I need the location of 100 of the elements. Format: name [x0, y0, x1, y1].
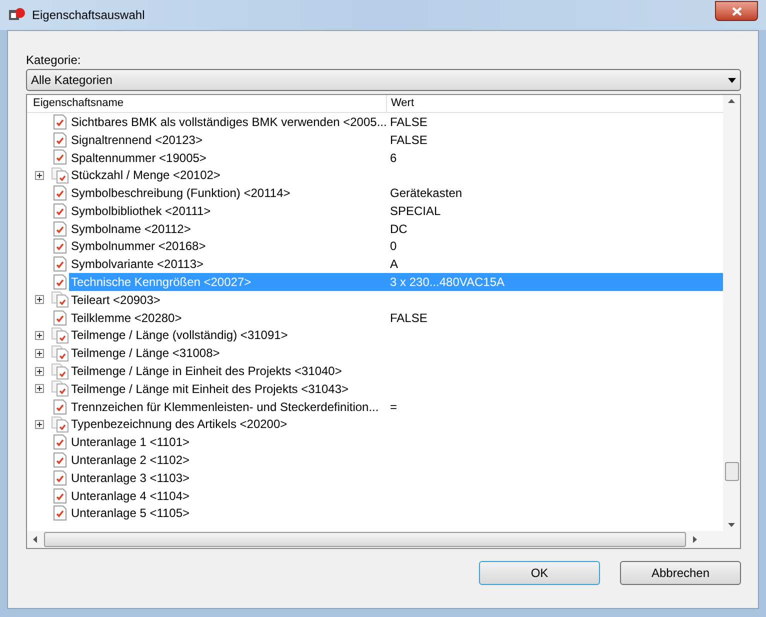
- expand-icon[interactable]: [34, 295, 44, 304]
- scroll-thumb[interactable]: [724, 462, 738, 481]
- property-row[interactable]: Symbolbibliothek <20111> SPECIAL: [69, 202, 723, 220]
- vertical-scrollbar[interactable]: [723, 95, 740, 531]
- property-row[interactable]: Typenbezeichnung des Artikels <20200>: [69, 416, 723, 434]
- property-value: Gerätekasten: [389, 185, 462, 202]
- property-icon: [53, 488, 67, 504]
- property-value: FALSE: [389, 114, 428, 131]
- property-name: Spaltennummer <19005>: [70, 150, 208, 166]
- property-name: Unteranlage 3 <1103>: [70, 470, 191, 487]
- property-value: 6: [389, 150, 397, 166]
- property-icon: [53, 310, 67, 326]
- column-header[interactable]: Wert: [387, 95, 723, 112]
- property-name: Sichtbares BMK als vollständiges BMK verwenden <2005...: [70, 114, 387, 131]
- property-group-icon: [51, 416, 69, 433]
- close-icon: [732, 6, 742, 16]
- property-icon: [53, 452, 67, 468]
- property-name: Technische Kenngrößen <20027>: [70, 274, 252, 292]
- property-icon: [53, 185, 67, 202]
- property-row[interactable]: Teileart <20903>: [69, 290, 723, 309]
- scroll-up-icon[interactable]: [728, 99, 735, 103]
- property-row[interactable]: Teilmenge / Länge mit Einheit des Projekts <31043>: [69, 380, 723, 398]
- horizontal-scroll-thumb[interactable]: [44, 532, 686, 547]
- property-name: Unteranlage 1 <1101>: [70, 434, 191, 452]
- property-icon: [53, 202, 67, 219]
- property-name: Teilklemme <20280>: [70, 310, 183, 327]
- property-value: DC: [389, 220, 408, 238]
- property-name: Teilmenge / Länge (vollständig) <31091>: [70, 327, 289, 344]
- property-row[interactable]: Symbolbeschreibung (Funktion) <20114> Gerätekasten: [69, 184, 723, 202]
- scroll-down-icon[interactable]: [728, 523, 735, 527]
- property-name: Unteranlage 5 <1105>: [70, 505, 191, 522]
- property-row[interactable]: Teilklemme <20280> FALSE: [69, 308, 723, 327]
- property-row[interactable]: Sichtbares BMK als vollständiges BMK verwenden <2005... FALSE: [69, 113, 723, 131]
- expand-icon[interactable]: [34, 330, 44, 340]
- property-icon: [53, 256, 67, 272]
- property-group-icon: [51, 166, 69, 184]
- property-name: Teilmenge / Länge in Einheit des Projekts <31040>: [70, 363, 343, 380]
- property-row[interactable]: Teilmenge / Länge in Einheit des Projekts <31040>: [69, 362, 723, 380]
- expand-icon[interactable]: [34, 348, 44, 358]
- property-name: Symbolvariante <20113>: [70, 256, 205, 274]
- property-name: Symbolname <20112>: [70, 220, 192, 238]
- property-row[interactable]: Unteranlage 1 <1101>: [69, 433, 723, 452]
- dropdown-arrow-icon: [728, 78, 736, 82]
- property-icon: [53, 149, 67, 166]
- ok-button[interactable]: OK: [479, 561, 600, 585]
- property-icon: [53, 132, 67, 148]
- property-row[interactable]: Unteranlage 3 <1103>: [69, 468, 723, 487]
- property-value: A: [389, 256, 398, 274]
- property-name: Signaltrennend <20123>: [70, 132, 204, 149]
- property-group-icon: [51, 344, 69, 362]
- property-name: Symbolbibliothek <20111>: [70, 202, 212, 220]
- property-row[interactable]: Symbolname <20112> DC: [69, 220, 723, 238]
- close-button[interactable]: [715, 1, 758, 21]
- property-row[interactable]: Unteranlage 4 <1104>: [69, 486, 723, 505]
- property-row[interactable]: Stückzahl / Menge <20102>: [69, 166, 723, 184]
- category-label: Kategorie:: [26, 52, 82, 67]
- property-group-icon: [51, 380, 69, 398]
- property-icon: [53, 398, 67, 415]
- property-row[interactable]: Unteranlage 2 <1102>: [69, 451, 723, 469]
- property-row[interactable]: Unteranlage 5 <1105>: [69, 504, 723, 522]
- property-value: FALSE: [389, 310, 428, 327]
- property-icon: [53, 505, 67, 522]
- property-row[interactable]: Symbolvariante <20113> A: [69, 255, 723, 274]
- property-name: Teileart <20903>: [70, 292, 162, 309]
- cancel-button[interactable]: Abbrechen: [620, 561, 741, 585]
- property-name: Unteranlage 2 <1102>: [70, 452, 191, 470]
- property-row[interactable]: Signaltrennend <20123> FALSE: [69, 130, 723, 149]
- property-row[interactable]: Spaltennummer <19005> 6: [69, 148, 723, 166]
- category-dropdown[interactable]: Alle Kategorien: [26, 69, 741, 91]
- property-group-icon: [51, 291, 69, 308]
- app-icon: [8, 7, 26, 23]
- property-name: Teilmenge / Länge mit Einheit des Projekts <31043>: [70, 380, 350, 398]
- window-title: Eigenschaftsauswahl: [32, 7, 145, 24]
- property-name: Symbolbeschreibung (Funktion) <20114>: [70, 185, 292, 202]
- expand-icon[interactable]: [34, 366, 44, 376]
- property-group-icon: [51, 326, 69, 344]
- expand-icon[interactable]: [34, 420, 44, 429]
- property-row[interactable]: Teilmenge / Länge <31008>: [69, 344, 723, 362]
- property-value: =: [389, 398, 398, 416]
- property-icon: [53, 434, 67, 450]
- property-name: Teilmenge / Länge <31008>: [70, 345, 221, 362]
- property-row[interactable]: Symbolnummer <20168> 0: [69, 238, 723, 256]
- property-icon: [53, 220, 67, 237]
- property-icon: [53, 470, 67, 486]
- property-name: Symbolnummer <20168>: [70, 238, 207, 256]
- property-value: 3 x 230...480VAC15A: [389, 274, 505, 292]
- expand-icon[interactable]: [34, 170, 44, 180]
- property-name: Stückzahl / Menge <20102>: [70, 167, 222, 184]
- property-row[interactable]: Teilmenge / Länge (vollständig) <31091>: [69, 326, 723, 344]
- property-value: SPECIAL: [389, 202, 441, 220]
- property-icon: [53, 238, 67, 254]
- property-row[interactable]: Trennzeichen für Klemmenleisten- und Steckerdefinition... =: [69, 398, 723, 416]
- expand-icon[interactable]: [34, 384, 44, 394]
- column-header[interactable]: Eigenschaftsname: [27, 95, 387, 112]
- property-name: Typenbezeichnung des Artikels <20200>: [70, 416, 288, 434]
- property-icon: [53, 274, 67, 290]
- property-group-icon: [51, 362, 69, 380]
- property-name: Trennzeichen für Klemmenleisten- und Steckerdefinition...: [70, 398, 380, 416]
- property-name: Unteranlage 4 <1104>: [70, 488, 191, 505]
- property-value: FALSE: [389, 132, 428, 149]
